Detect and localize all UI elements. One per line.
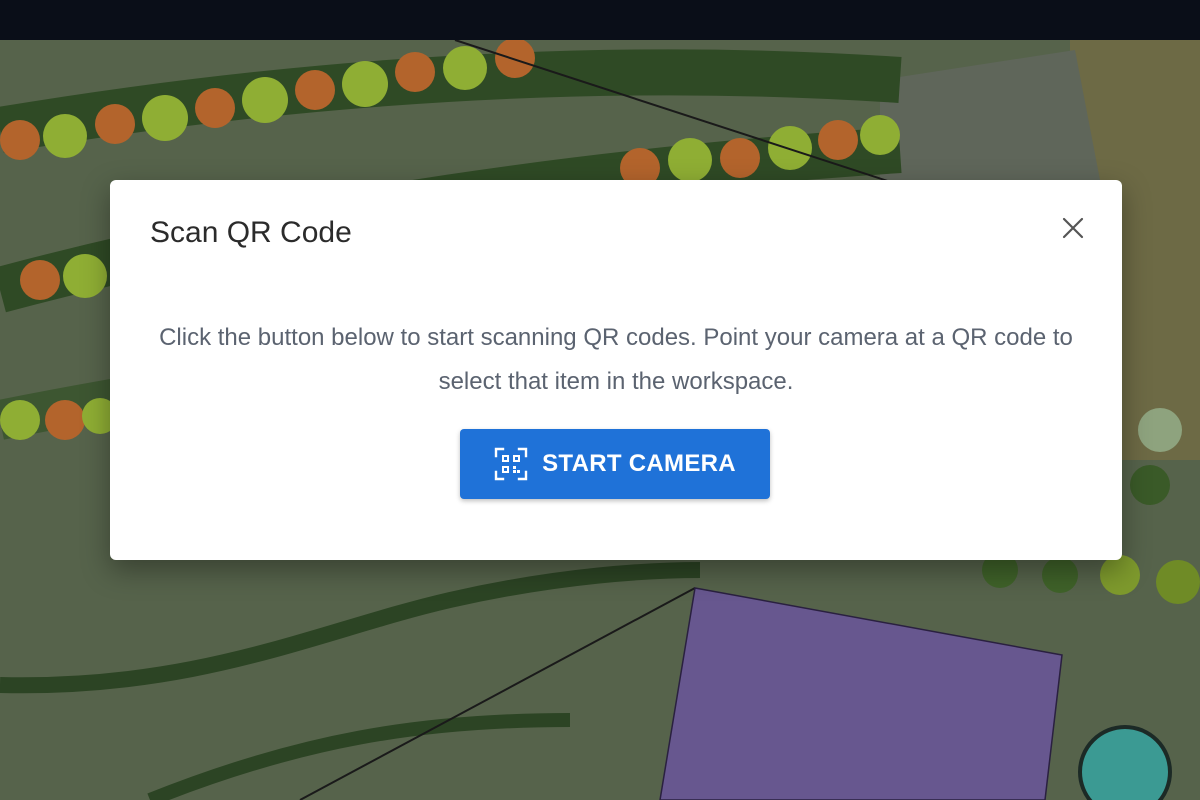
dialog-description: Click the button below to start scanning… (159, 324, 1073, 395)
close-icon (1062, 217, 1084, 239)
qr-code-scan-icon (494, 447, 528, 481)
scan-qr-dialog: Scan QR Code Click the button below to s… (110, 180, 1122, 560)
top-bar (0, 0, 1200, 40)
dialog-title: Scan QR Code (150, 216, 352, 249)
start-camera-button[interactable]: START CAMERA (460, 429, 770, 499)
close-button[interactable] (1055, 210, 1091, 246)
start-camera-label: START CAMERA (542, 450, 736, 477)
